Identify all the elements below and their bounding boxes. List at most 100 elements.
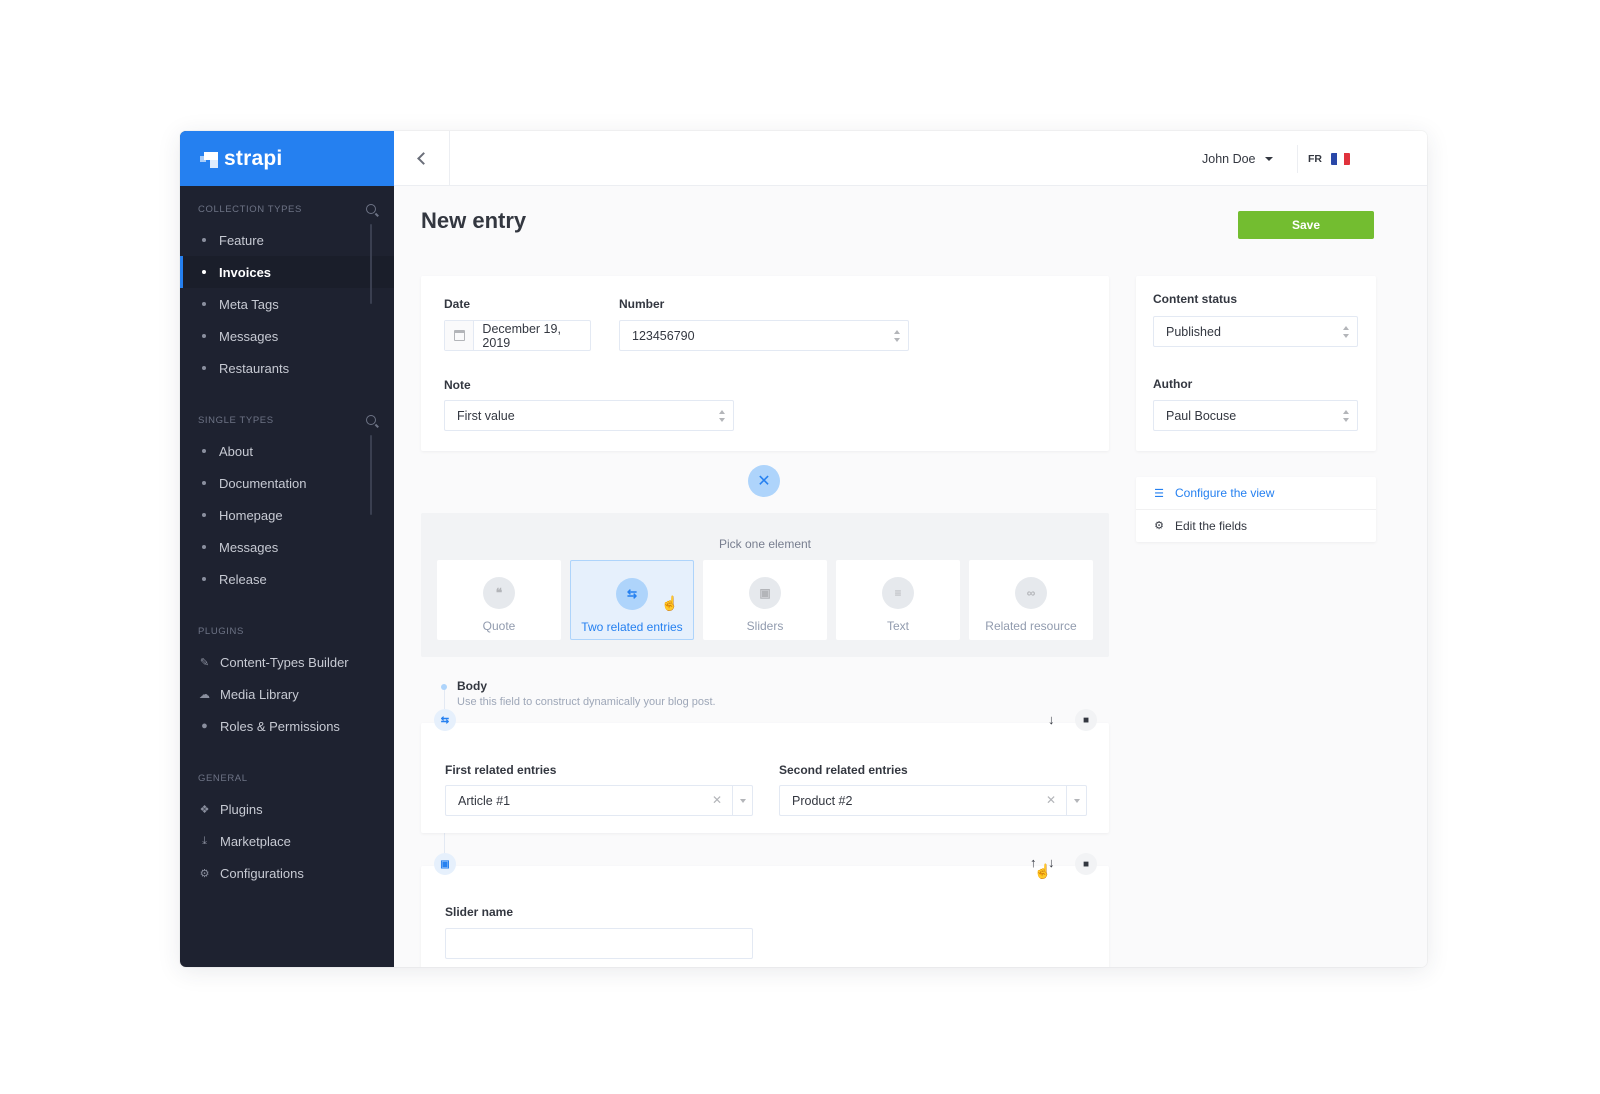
sidebar-item-homepage[interactable]: Homepage — [180, 499, 394, 531]
cloud-upload-icon: ☁ — [199, 688, 210, 701]
clear-icon[interactable]: ✕ — [1046, 793, 1056, 807]
sidebar-item-content-types-builder[interactable]: ✎ Content-Types Builder — [180, 646, 394, 678]
scrollbar[interactable] — [370, 435, 372, 515]
date-value: December 19, 2019 — [482, 321, 561, 350]
collection-types-title: COLLECTION TYPES — [198, 203, 302, 215]
trash-icon[interactable]: ■ — [1075, 709, 1097, 731]
plugins-header: PLUGINS — [180, 622, 394, 640]
sidebar-item-marketplace[interactable]: ⤓ Marketplace — [180, 825, 394, 857]
picker-title: Pick one element — [718, 537, 812, 551]
body-help-text: Use this field to construct dynamically … — [457, 696, 716, 708]
pick-label: Text — [886, 619, 909, 633]
close-icon: ✕ — [757, 473, 771, 490]
pick-label: Sliders — [746, 619, 784, 633]
image-icon: ▣ — [749, 577, 781, 609]
select-arrows-icon — [1343, 410, 1349, 422]
sidebar-item-label: Release — [219, 571, 267, 587]
content-status-select[interactable]: Published — [1153, 316, 1358, 347]
sidebar-item-about[interactable]: About — [180, 435, 394, 467]
two-related-entries-component: First related entries Article #1 ✕ Secon… — [421, 723, 1109, 833]
slider-component: Slider name — [421, 866, 1109, 967]
puzzle-icon: ❖ — [199, 803, 210, 816]
single-types-section: SINGLE TYPES About Documentation Homepag… — [180, 411, 394, 595]
main-content: John Doe FR New entry Save Date December… — [394, 131, 1427, 967]
sidebar-item-feature[interactable]: Feature — [180, 224, 394, 256]
sidebar-item-label: Homepage — [219, 507, 283, 523]
sidebar-item-restaurants[interactable]: Restaurants — [180, 352, 394, 384]
search-icon[interactable] — [366, 204, 376, 214]
top-bar: John Doe FR — [394, 131, 1427, 186]
second-related-label: Second related entries — [779, 763, 908, 777]
sidebar-item-label: Meta Tags — [219, 296, 279, 312]
brand-header[interactable]: strapi — [180, 131, 394, 186]
slider-name-label: Slider name — [445, 905, 514, 919]
edit-fields-label: Edit the fields — [1175, 518, 1248, 533]
pick-sliders[interactable]: ▣ Sliders — [703, 560, 827, 640]
search-icon[interactable] — [366, 415, 376, 425]
brand-name: strapi — [224, 146, 283, 170]
language-code: FR — [1308, 152, 1322, 165]
move-down-icon[interactable]: ↓ — [1048, 712, 1055, 727]
stepper-icon[interactable] — [894, 330, 900, 342]
sidebar-item-documentation[interactable]: Documentation — [180, 467, 394, 499]
close-picker-button[interactable]: ✕ — [748, 465, 780, 497]
first-related-select[interactable]: Article #1 ✕ — [445, 785, 753, 816]
calendar-icon-box — [445, 321, 475, 350]
trash-icon[interactable]: ■ — [1075, 853, 1097, 875]
back-button[interactable] — [394, 131, 450, 186]
save-button[interactable]: Save — [1238, 211, 1374, 239]
note-select[interactable]: First value — [444, 400, 734, 431]
bullet-dot — [202, 238, 206, 242]
bullet-dot — [202, 545, 206, 549]
sidebar-item-label: Configurations — [220, 865, 304, 881]
number-field[interactable]: 123456790 — [619, 320, 909, 351]
general-title: GENERAL — [198, 772, 248, 784]
author-select[interactable]: Paul Bocuse — [1153, 400, 1358, 431]
sidebar-item-invoices[interactable]: Invoices — [180, 256, 394, 288]
repeat-icon: ⇆ — [616, 578, 648, 610]
date-field[interactable]: December 19, 2019 — [444, 320, 591, 351]
clear-icon[interactable]: ✕ — [712, 793, 722, 807]
content-status-label: Content status — [1153, 292, 1237, 306]
gear-icon: ⚙ — [199, 867, 210, 880]
slider-name-input[interactable] — [445, 928, 753, 959]
pick-text[interactable]: ≡ Text — [836, 560, 960, 640]
chevron-down-icon[interactable] — [1066, 786, 1086, 815]
sidebar-item-configurations[interactable]: ⚙ Configurations — [180, 857, 394, 889]
chevron-down-icon[interactable] — [732, 786, 752, 815]
sidebar-item-label: Feature — [219, 232, 264, 248]
pick-quote[interactable]: ❝ Quote — [437, 560, 561, 640]
sidebar-item-plugins[interactable]: ❖ Plugins — [180, 793, 394, 825]
plugins-section: PLUGINS ✎ Content-Types Builder ☁ Media Li… — [180, 622, 394, 742]
sidebar-item-meta-tags[interactable]: Meta Tags — [180, 288, 394, 320]
pick-label: Two related entries — [581, 620, 683, 634]
sidebar-item-messages[interactable]: Messages — [180, 320, 394, 352]
sidebar-item-label: Marketplace — [220, 833, 291, 849]
language-selector[interactable]: FR — [1308, 131, 1350, 186]
edit-fields-link[interactable]: ⚙ Edit the fields — [1136, 509, 1376, 541]
sidebar-item-release[interactable]: Release — [180, 563, 394, 595]
author-label: Author — [1153, 377, 1193, 391]
number-value: 123456790 — [632, 328, 695, 343]
side-panel-card: Content status Published Author Paul Boc… — [1136, 276, 1376, 451]
user-menu[interactable]: John Doe — [1202, 131, 1273, 186]
sidebar-item-label: About — [219, 443, 253, 459]
sidebar-item-label: Roles & Permissions — [220, 718, 340, 734]
bullet-dot — [202, 302, 206, 306]
configure-view-link[interactable]: ☰ Configure the view — [1136, 477, 1376, 509]
body-label: Body — [457, 679, 487, 693]
select-arrows-icon — [1343, 326, 1349, 338]
scrollbar[interactable] — [370, 224, 372, 304]
collection-types-section: COLLECTION TYPES Feature Invoices Meta T… — [180, 200, 394, 384]
sidebar-item-label: Content-Types Builder — [220, 654, 349, 670]
sidebar-item-roles-permissions[interactable]: ● Roles & Permissions — [180, 710, 394, 742]
sidebar-item-messages-single[interactable]: Messages — [180, 531, 394, 563]
sidebar-item-media-library[interactable]: ☁ Media Library — [180, 678, 394, 710]
text-lines-icon: ≡ — [882, 577, 914, 609]
pick-label: Related resource — [985, 619, 1077, 633]
pick-related-resource[interactable]: ∞ Related resource — [969, 560, 1093, 640]
bullet-dot — [202, 449, 206, 453]
content-status-value: Published — [1166, 324, 1221, 339]
bullet-dot — [202, 270, 206, 274]
second-related-select[interactable]: Product #2 ✕ — [779, 785, 1087, 816]
